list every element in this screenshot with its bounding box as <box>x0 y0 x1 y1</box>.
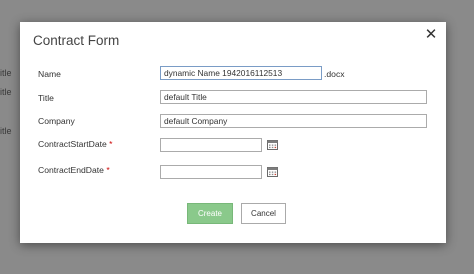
contract-end-date-input[interactable] <box>160 165 262 179</box>
calendar-icon[interactable] <box>267 139 278 150</box>
contract-end-date-label-text: ContractEndDate <box>38 165 104 175</box>
contract-start-date-label: ContractStartDate * <box>38 139 113 149</box>
contract-form-dialog: Contract Form ✕ Name .docx Title Company… <box>20 22 446 243</box>
contract-end-date-label: ContractEndDate * <box>38 165 110 175</box>
background-text-fragment: itle <box>0 68 12 78</box>
company-input[interactable] <box>160 114 427 128</box>
name-label: Name <box>38 69 61 79</box>
company-label: Company <box>38 116 75 126</box>
contract-start-date-input[interactable] <box>160 138 262 152</box>
title-input[interactable] <box>160 90 427 104</box>
create-button[interactable]: Create <box>187 203 233 224</box>
cancel-button[interactable]: Cancel <box>241 203 286 224</box>
background-text-fragment: itle <box>0 87 12 97</box>
dialog-title: Contract Form <box>33 33 120 48</box>
file-extension-suffix: .docx <box>324 69 345 79</box>
required-mark: * <box>109 139 113 149</box>
name-input[interactable] <box>160 66 322 80</box>
title-label: Title <box>38 93 54 103</box>
contract-start-date-label-text: ContractStartDate <box>38 139 107 149</box>
close-icon[interactable]: ✕ <box>423 27 439 43</box>
background-text-fragment: itle <box>0 126 12 136</box>
calendar-icon[interactable] <box>267 166 278 177</box>
required-mark: * <box>106 165 110 175</box>
